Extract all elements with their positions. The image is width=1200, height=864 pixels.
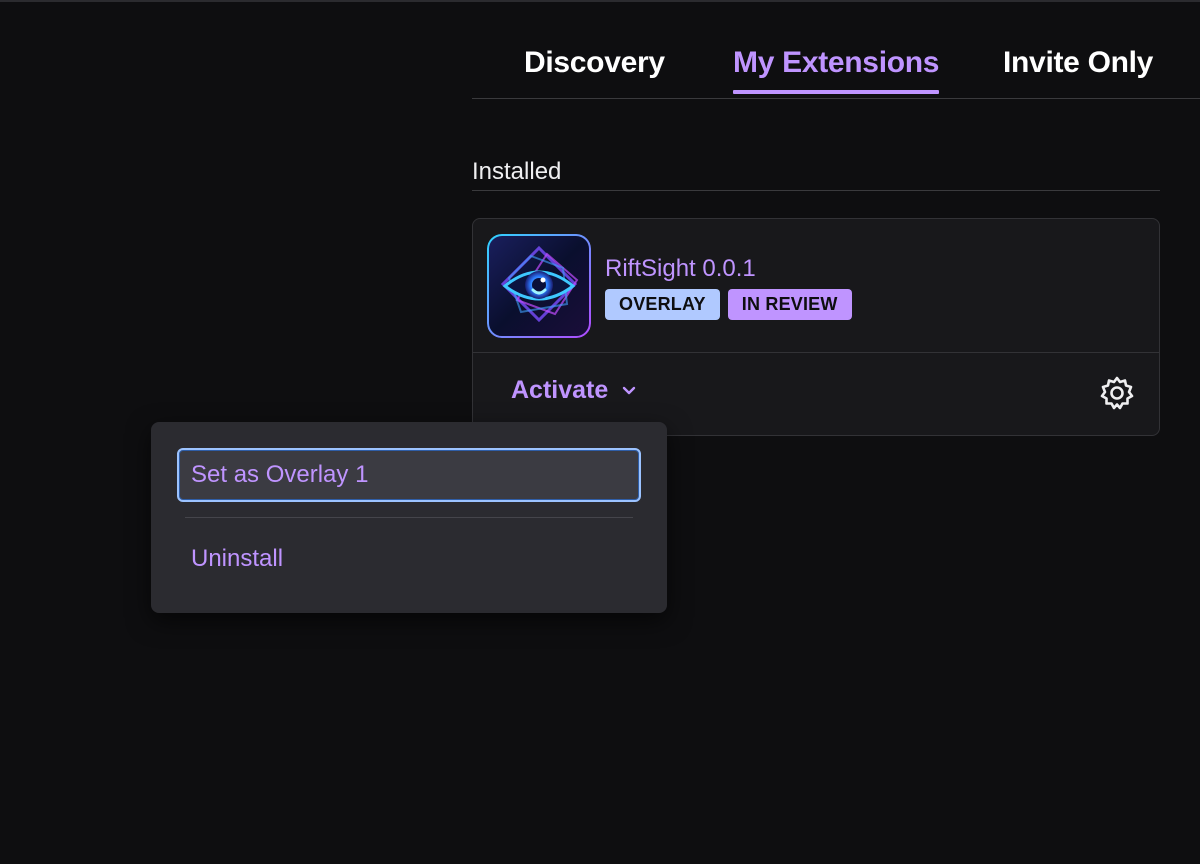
extension-tabs: Discovery My Extensions Invite Only <box>472 42 1200 99</box>
menu-item-uninstall[interactable]: Uninstall <box>177 532 641 586</box>
gear-icon <box>1100 376 1134 410</box>
extension-badges: OVERLAY IN REVIEW <box>605 289 852 320</box>
activate-label: Activate <box>511 376 609 404</box>
in-review-badge: IN REVIEW <box>727 289 852 320</box>
tab-my-extensions[interactable]: My Extensions <box>733 46 939 94</box>
menu-item-set-as-overlay-1[interactable]: Set as Overlay 1 <box>177 448 641 502</box>
tab-invite-only[interactable]: Invite Only <box>1003 46 1153 92</box>
activate-dropdown-menu: Set as Overlay 1 Uninstall <box>151 422 667 613</box>
tab-discovery[interactable]: Discovery <box>524 46 665 92</box>
chevron-down-icon <box>623 386 636 394</box>
installed-section-title: Installed <box>472 158 1160 191</box>
extension-logo-icon <box>487 234 591 338</box>
extension-card-header: RiftSight 0.0.1 OVERLAY IN REVIEW <box>473 219 1159 353</box>
page: Discovery My Extensions Invite Only Inst… <box>0 0 1200 864</box>
settings-button[interactable] <box>1099 375 1135 411</box>
menu-divider <box>185 517 633 518</box>
extension-name[interactable]: RiftSight 0.0.1 <box>605 255 756 283</box>
extension-card: RiftSight 0.0.1 OVERLAY IN REVIEW Activa… <box>472 218 1160 436</box>
overlay-badge: OVERLAY <box>605 289 720 320</box>
activate-button[interactable]: Activate <box>511 376 638 405</box>
